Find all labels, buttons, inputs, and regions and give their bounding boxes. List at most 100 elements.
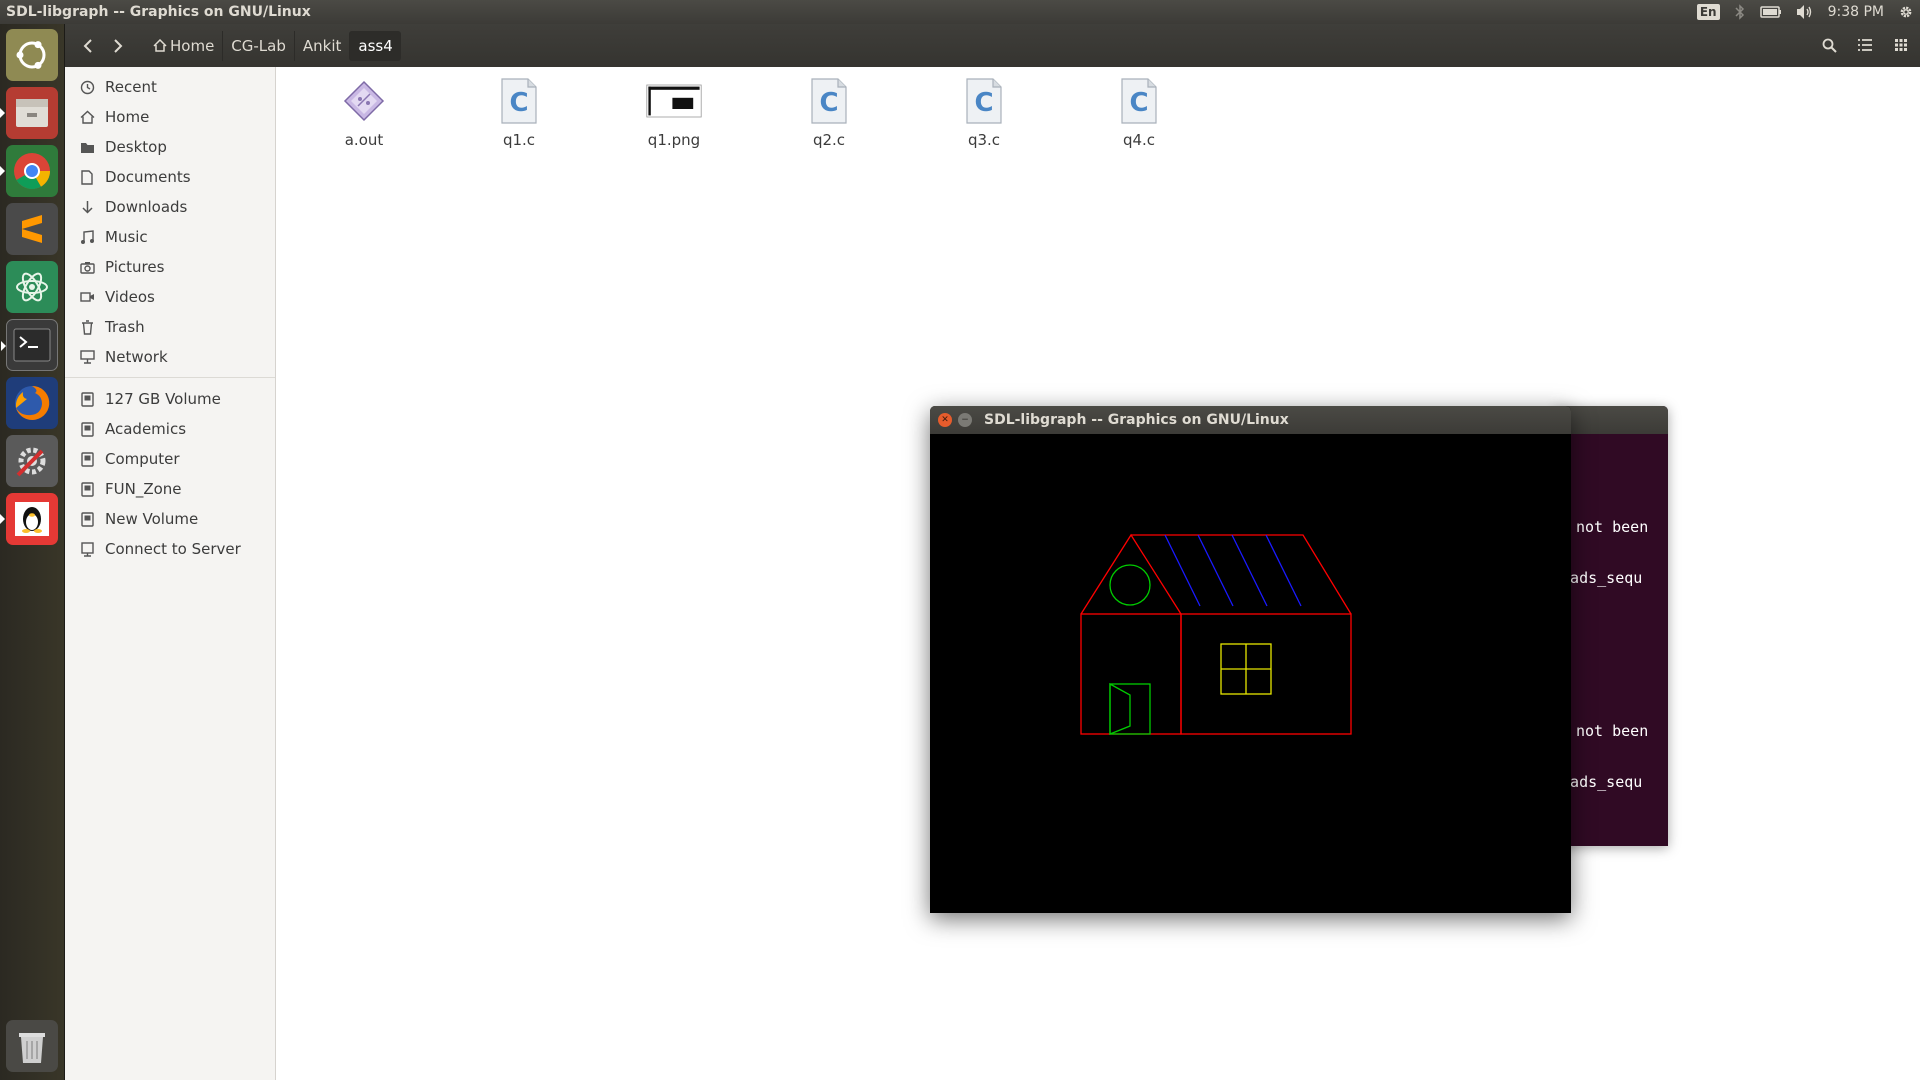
list-view-icon[interactable] (1854, 30, 1876, 60)
svg-text:C: C (819, 88, 838, 118)
sidebar-item-label: Home (105, 108, 150, 126)
terminal-icon[interactable] (1, 319, 58, 371)
terminal-titlebar[interactable] (1555, 406, 1668, 434)
breadcrumb-ass4[interactable]: ass4 (349, 30, 401, 61)
svg-text:C: C (974, 88, 993, 118)
document-icon (77, 167, 97, 187)
c-source-icon: C (956, 75, 1012, 127)
breadcrumb-ankit[interactable]: Ankit (293, 30, 350, 61)
file-item-q1-png[interactable]: q1.png (614, 75, 734, 149)
breadcrumb: Home CG-Lab Ankit ass4 (145, 30, 401, 61)
sidebar-item-network[interactable]: Network (65, 342, 275, 372)
trash-icon[interactable] (6, 1020, 58, 1072)
drive-icon (77, 509, 97, 529)
search-icon[interactable] (1818, 30, 1840, 60)
sdl-libgraph-icon[interactable] (0, 493, 58, 545)
drive-icon (77, 389, 97, 409)
file-item-q3-c[interactable]: C q3.c (924, 75, 1044, 149)
breadcrumb-cg-lab[interactable]: CG-Lab (222, 30, 294, 61)
sidebar-item-label: Trash (105, 318, 145, 336)
file-name: q1.c (502, 131, 536, 149)
sidebar-item-new-volume[interactable]: New Volume (65, 504, 275, 534)
grid-view-icon[interactable] (1890, 30, 1912, 60)
c-source-icon: C (1111, 75, 1167, 127)
indicator-area: En 9:38 PM (1696, 0, 1914, 24)
sdl-window-titlebar[interactable]: ✕ − SDL-libgraph -- Graphics on GNU/Linu… (930, 406, 1571, 434)
breadcrumb-home[interactable]: Home (145, 31, 222, 61)
system-settings-icon[interactable] (6, 435, 58, 487)
sidebar-item-label: Computer (105, 450, 180, 468)
keyboard-layout-indicator[interactable]: En (1696, 4, 1720, 20)
music-icon (77, 227, 97, 247)
sidebar-item-recent[interactable]: Recent (65, 72, 275, 102)
close-icon[interactable]: ✕ (938, 413, 952, 427)
sidebar-item-label: Music (105, 228, 148, 246)
sidebar-item-label: Pictures (105, 258, 165, 276)
forward-button[interactable] (103, 31, 133, 61)
sublime-text-icon[interactable] (6, 203, 58, 255)
image-thumbnail-icon (646, 75, 702, 127)
file-name: q1.png (647, 131, 701, 149)
window-cross (1221, 644, 1271, 694)
toolbar-right (1818, 30, 1912, 60)
home-icon (153, 39, 167, 52)
sidebar-item-desktop[interactable]: Desktop (65, 132, 275, 162)
firefox-icon[interactable] (6, 377, 58, 429)
file-item-q2-c[interactable]: C q2.c (769, 75, 889, 149)
chrome-icon[interactable] (0, 145, 58, 197)
sidebar-item-label: 127 GB Volume (105, 390, 221, 408)
sidebar-item-label: Connect to Server (105, 540, 241, 558)
active-window-title: SDL-libgraph -- Graphics on GNU/Linux (6, 4, 311, 20)
house-roof (1131, 534, 1352, 615)
sidebar-item-connect-to-server[interactable]: Connect to Server (65, 534, 275, 564)
atom-icon[interactable] (6, 261, 58, 313)
sidebar-item-home[interactable]: Home (65, 102, 275, 132)
svg-text:C: C (509, 88, 528, 118)
sidebar-separator (65, 377, 275, 378)
bluetooth-icon[interactable] (1734, 4, 1746, 20)
file-name: q3.c (967, 131, 1001, 149)
home-icon (77, 107, 97, 127)
file-item-a-out[interactable]: a.out (304, 75, 424, 149)
volume-icon[interactable] (1796, 4, 1814, 20)
terminal-window[interactable]: not been reads_sequ not been reads_sequ (1555, 406, 1668, 846)
svg-text:C: C (1129, 88, 1148, 118)
house-drawing (1080, 533, 1352, 735)
camera-icon (77, 257, 97, 277)
sidebar-item-127gb-volume[interactable]: 127 GB Volume (65, 384, 275, 414)
server-icon (77, 539, 97, 559)
sidebar-item-music[interactable]: Music (65, 222, 275, 252)
door-panel (1109, 682, 1131, 735)
sdl-graphics-window[interactable]: ✕ − SDL-libgraph -- Graphics on GNU/Linu… (930, 406, 1571, 913)
sidebar-item-label: Desktop (105, 138, 167, 156)
file-item-q4-c[interactable]: C q4.c (1079, 75, 1199, 149)
sidebar-item-label: Documents (105, 168, 191, 186)
file-name: q4.c (1122, 131, 1156, 149)
drive-icon (77, 449, 97, 469)
house-left-wall (1080, 613, 1182, 735)
sidebar-item-computer[interactable]: Computer (65, 444, 275, 474)
battery-icon[interactable] (1759, 5, 1782, 19)
minimize-icon[interactable]: − (958, 413, 972, 427)
back-button[interactable] (73, 31, 103, 61)
trash-icon (77, 317, 97, 337)
sidebar-item-downloads[interactable]: Downloads (65, 192, 275, 222)
folder-icon (77, 137, 97, 157)
clock[interactable]: 9:38 PM (1828, 4, 1884, 20)
sdl-window-title: SDL-libgraph -- Graphics on GNU/Linux (984, 412, 1289, 428)
sidebar-item-fun-zone[interactable]: FUN_Zone (65, 474, 275, 504)
sidebar-item-trash[interactable]: Trash (65, 312, 275, 342)
sidebar-item-documents[interactable]: Documents (65, 162, 275, 192)
drive-icon (77, 419, 97, 439)
sidebar-item-academics[interactable]: Academics (65, 414, 275, 444)
settings-gear-icon[interactable] (1898, 4, 1914, 20)
files-icon[interactable] (0, 87, 58, 139)
graphics-canvas[interactable] (930, 434, 1571, 913)
sidebar-item-pictures[interactable]: Pictures (65, 252, 275, 282)
download-icon (77, 197, 97, 217)
sidebar-item-videos[interactable]: Videos (65, 282, 275, 312)
clock-icon (77, 77, 97, 97)
file-item-q1-c[interactable]: C q1.c (459, 75, 579, 149)
video-icon (77, 287, 97, 307)
ubuntu-dash-icon[interactable] (6, 29, 58, 81)
